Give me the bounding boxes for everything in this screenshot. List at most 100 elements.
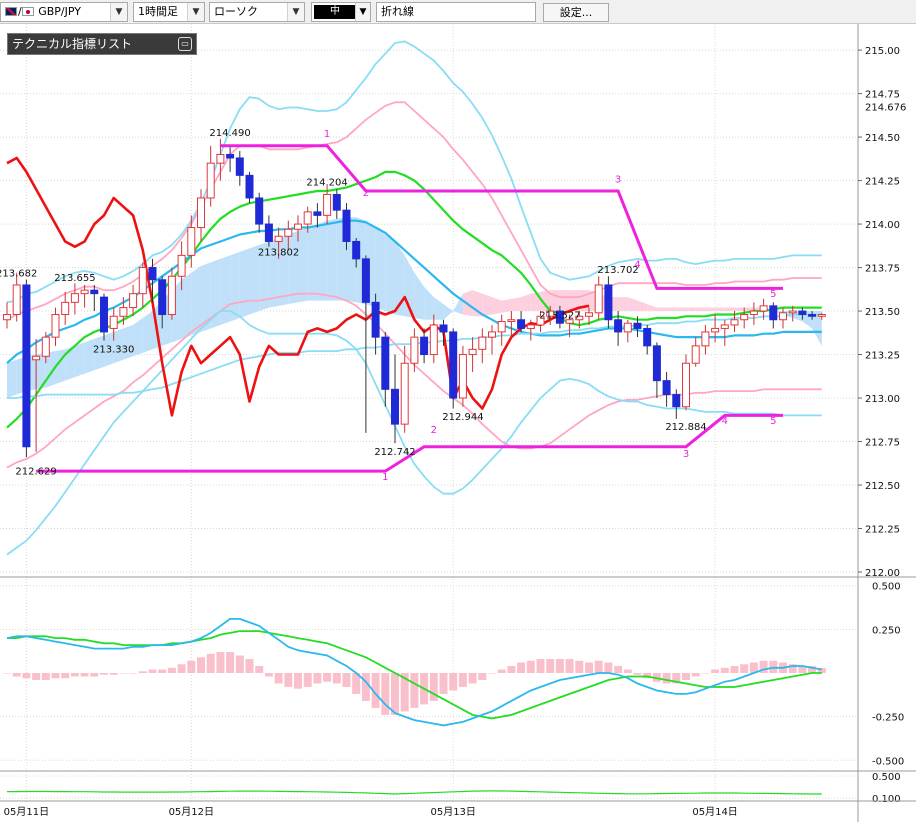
macd-bar bbox=[245, 659, 254, 673]
cloud-segment bbox=[686, 307, 696, 312]
macd-bar bbox=[294, 673, 302, 689]
macd-bar bbox=[226, 652, 235, 673]
macd-bar bbox=[70, 673, 79, 677]
macd-bar bbox=[546, 659, 555, 673]
candle-body bbox=[585, 312, 593, 317]
pane3-tick-label: 0.100 bbox=[872, 794, 901, 805]
candle-body bbox=[216, 153, 225, 164]
cloud-segment bbox=[142, 311, 153, 353]
wave-label: 1 bbox=[382, 472, 388, 483]
candle-body bbox=[711, 327, 720, 333]
candle-body bbox=[51, 314, 60, 338]
candle-body bbox=[682, 362, 690, 408]
cloud-segment bbox=[724, 307, 735, 312]
macd-bar bbox=[41, 673, 50, 680]
toolbar: / GBP/JPY ▼ 1時間足 ▼ ローソク ▼ 中 ▼ 折れ線 設定... bbox=[0, 0, 916, 24]
settings-button[interactable]: 設定... bbox=[543, 3, 609, 22]
chevron-down-icon: ▼ bbox=[355, 3, 370, 21]
macd-bar bbox=[575, 660, 584, 673]
y-tick-label: 213.25 bbox=[865, 351, 900, 362]
candle-body bbox=[342, 209, 351, 242]
cloud-segment bbox=[133, 318, 143, 357]
macd-bar bbox=[3, 673, 11, 674]
candle-body bbox=[808, 314, 817, 317]
candle-body bbox=[70, 293, 79, 303]
macd-bar bbox=[517, 662, 526, 673]
macd-bar bbox=[555, 659, 564, 673]
macd-bar bbox=[177, 664, 186, 673]
candle-body bbox=[798, 310, 807, 316]
cloud-segment bbox=[666, 307, 677, 312]
macd-bar bbox=[614, 666, 623, 673]
macd-bar bbox=[332, 673, 341, 684]
macd-bar bbox=[458, 673, 467, 687]
candle-body bbox=[61, 301, 70, 316]
cloud-segment bbox=[715, 307, 725, 312]
line-width-select[interactable]: 中 ▼ bbox=[311, 2, 371, 22]
chart-type-value: ローソク bbox=[214, 5, 258, 18]
candle-body bbox=[119, 307, 128, 317]
macd-bar bbox=[51, 673, 60, 679]
candle-body bbox=[100, 296, 108, 333]
candle-body bbox=[730, 319, 739, 326]
price-label: 213.802 bbox=[258, 248, 299, 259]
macd-bar bbox=[701, 673, 710, 674]
candle-body bbox=[652, 345, 661, 382]
chart-type-select[interactable]: ローソク ▼ bbox=[209, 2, 305, 22]
technical-indicator-panel[interactable]: テクニカル指標リスト ▭ bbox=[7, 33, 197, 55]
line-boll_upper2 bbox=[6, 40, 822, 304]
timeframe-select[interactable]: 1時間足 ▼ bbox=[133, 2, 205, 22]
y-tick-label: 212.25 bbox=[865, 525, 900, 536]
macd-bar bbox=[730, 666, 739, 673]
cloud-segment bbox=[327, 218, 337, 301]
candle-body bbox=[361, 258, 370, 303]
line-width-value: 中 bbox=[314, 5, 356, 19]
macd-bar bbox=[100, 673, 108, 675]
price-label: 213.527 bbox=[539, 310, 580, 321]
macd-bar bbox=[22, 673, 31, 679]
candle-body bbox=[594, 284, 603, 314]
drawing-tool-select[interactable]: 折れ線 bbox=[376, 2, 536, 22]
candle-body bbox=[332, 193, 341, 211]
candle-body bbox=[206, 162, 215, 199]
candle-body bbox=[788, 310, 797, 314]
cloud-segment bbox=[482, 293, 492, 317]
candle-body bbox=[779, 312, 787, 321]
candle-body bbox=[352, 240, 361, 260]
x-tick-label: 05月14日 bbox=[692, 806, 737, 818]
candle-body bbox=[478, 336, 487, 350]
cloud-segment bbox=[559, 290, 570, 312]
macd-bar bbox=[303, 673, 312, 687]
y-tick-label: 214.00 bbox=[865, 220, 900, 231]
candle-body bbox=[633, 322, 642, 329]
candle-body bbox=[420, 336, 429, 356]
candle-body bbox=[701, 331, 710, 347]
currency-pair-select[interactable]: / GBP/JPY ▼ bbox=[0, 2, 128, 22]
macd-bar bbox=[129, 673, 138, 674]
cloud-segment bbox=[375, 227, 386, 312]
candle-body bbox=[80, 289, 89, 295]
macd-bar bbox=[623, 669, 632, 673]
price-label: 213.330 bbox=[93, 345, 134, 356]
candle-body bbox=[12, 284, 21, 316]
candle-body bbox=[197, 197, 205, 229]
macd-bar bbox=[507, 666, 516, 673]
x-tick-label: 05月11日 bbox=[4, 806, 49, 818]
wave-label: 2 bbox=[431, 425, 437, 436]
candle-body bbox=[22, 284, 31, 448]
macd-bar bbox=[323, 673, 332, 682]
y-tick-label: 214.75 bbox=[865, 90, 900, 101]
macd-tick-label: -0.500 bbox=[872, 756, 904, 767]
price-label: 212.742 bbox=[374, 447, 415, 458]
candle-body bbox=[138, 267, 147, 295]
macd-bar bbox=[526, 660, 535, 673]
chevron-down-icon: ▼ bbox=[110, 3, 127, 21]
macd-bar bbox=[274, 673, 283, 684]
y-tick-label: 213.00 bbox=[865, 394, 900, 405]
candle-body bbox=[507, 319, 516, 322]
candle-body bbox=[429, 324, 438, 356]
macd-tick-label: 0.500 bbox=[872, 582, 901, 593]
minimize-icon[interactable]: ▭ bbox=[178, 37, 192, 51]
cloud-segment bbox=[433, 297, 444, 320]
cloud-segment bbox=[647, 304, 657, 312]
